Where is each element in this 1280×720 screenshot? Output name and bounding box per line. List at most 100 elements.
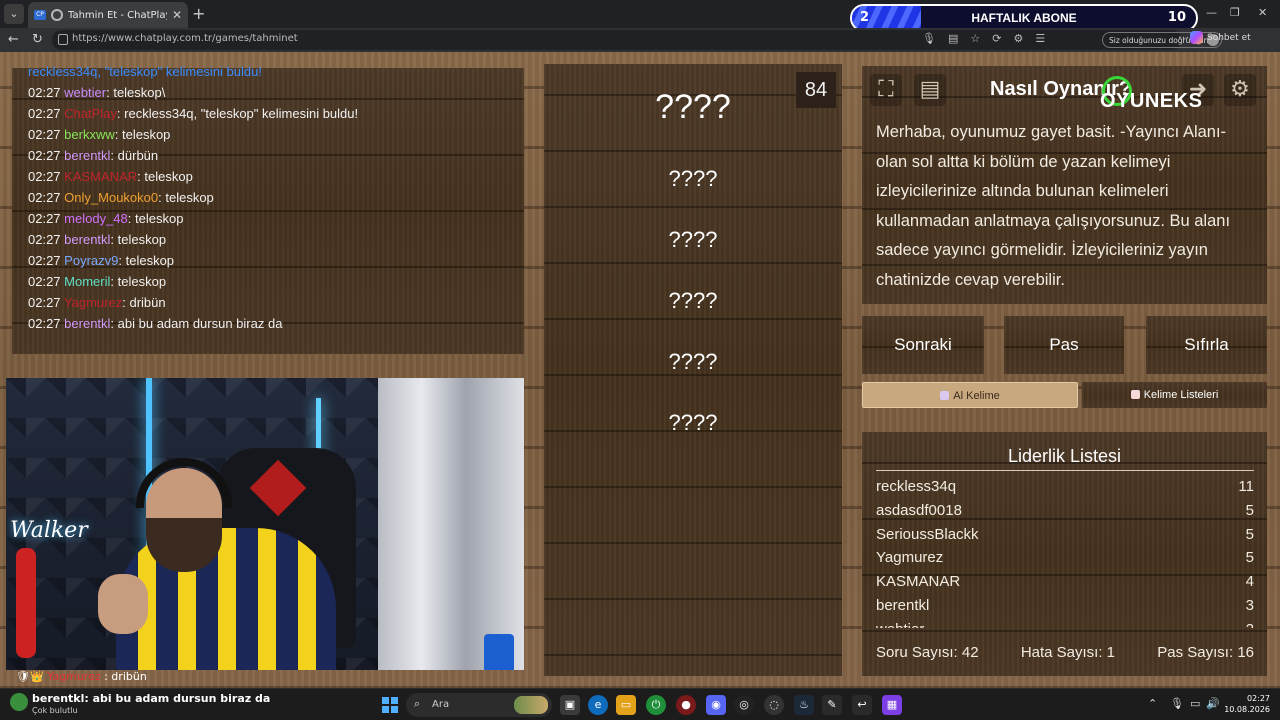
copilot-icon bbox=[1190, 31, 1203, 44]
fullscreen-icon[interactable]: ⛶ bbox=[870, 74, 902, 106]
chat-time: 02:27 bbox=[28, 232, 61, 247]
extensions-puzzle-icon[interactable]: ⚙ bbox=[1013, 32, 1023, 45]
microphone-icon bbox=[16, 548, 36, 658]
tab-actions-menu-icon[interactable]: ⌄ bbox=[4, 4, 24, 24]
chat-username[interactable]: berkxww bbox=[64, 127, 115, 142]
volume-icon[interactable]: 🔊 bbox=[1206, 697, 1220, 710]
leaderboard-name: webtier bbox=[876, 621, 924, 628]
leaderboard-list[interactable]: reckless34q 11 asdasdf0018 5 SerioussBlackk 5… bbox=[876, 478, 1254, 628]
chat-username[interactable]: KASMANAR bbox=[64, 169, 137, 184]
chat-username[interactable]: ChatPlay bbox=[64, 106, 117, 121]
discord-icon[interactable]: ◉ bbox=[706, 695, 726, 715]
leaderboard-score: 4 bbox=[1245, 573, 1254, 591]
chat-username[interactable]: Poyrazv9 bbox=[64, 253, 118, 268]
reset-button[interactable]: Sıfırla bbox=[1146, 316, 1267, 374]
copilot-chat-button[interactable]: Sohbet et bbox=[1190, 31, 1251, 44]
favorites-bar-icon[interactable]: ☰ bbox=[1035, 32, 1045, 45]
chat-text: teleskop bbox=[117, 274, 167, 289]
chat-username[interactable]: Yagmurez bbox=[64, 295, 122, 310]
get-word-label: Al Kelime bbox=[953, 390, 1000, 402]
task-view-icon[interactable]: ▣ bbox=[560, 695, 580, 715]
chat-username[interactable]: melody_48 bbox=[64, 211, 128, 226]
leaderboard-row: Yagmurez 5 bbox=[876, 549, 1254, 573]
chat-time: 02:27 bbox=[28, 127, 61, 142]
browser-tab-active[interactable]: CP Tahmin Et - ChatPlay ✕ bbox=[28, 2, 188, 28]
next-button[interactable]: Sonraki bbox=[862, 316, 984, 374]
tray-expand-icon[interactable]: ⌃ bbox=[1148, 697, 1157, 710]
word-lists-tab[interactable]: Kelime Listeleri bbox=[1082, 382, 1267, 408]
leaderboard-score: 5 bbox=[1245, 525, 1254, 543]
extension-icon[interactable]: ⟳ bbox=[992, 32, 1001, 45]
pen-app-icon[interactable]: ✎ bbox=[822, 695, 842, 715]
chat-separator: : bbox=[127, 211, 136, 226]
start-windows-icon[interactable] bbox=[382, 697, 398, 713]
tray-mic-icon[interactable]: 🎙 bbox=[1170, 697, 1184, 710]
arrow-app-icon[interactable]: ↩ bbox=[852, 695, 872, 715]
how-to-play-text: Merhaba, oyunumuz gayet basit. -Yayıncı … bbox=[876, 123, 1231, 289]
tab-close-icon[interactable]: ✕ bbox=[172, 8, 182, 22]
loading-icon bbox=[51, 9, 63, 21]
chat-message: reckless34q, "teleskop" kelimesini buldu… bbox=[28, 64, 262, 79]
system-clock[interactable]: 02:27 10.08.2026 bbox=[1224, 693, 1270, 715]
mic-icon[interactable]: 🎙 bbox=[922, 32, 936, 45]
clock-date: 10.08.2026 bbox=[1224, 705, 1270, 714]
leaderboard-title: Liderlik Listesi bbox=[1007, 446, 1122, 466]
search-highlight-image bbox=[514, 696, 548, 714]
word-icon bbox=[940, 391, 950, 400]
favorite-star-icon[interactable]: ☆ bbox=[970, 32, 980, 45]
copilot-label: Sohbet et bbox=[1207, 32, 1251, 43]
grid-app-icon[interactable]: ▦ bbox=[882, 695, 902, 715]
record-app-icon[interactable]: ● bbox=[676, 695, 696, 715]
how-to-play-panel: ⛶ ▤ ➜ ⚙ Nasıl Oynanır? OYUNEKS Merhaba, … bbox=[862, 66, 1267, 304]
get-word-tab[interactable]: Al Kelime bbox=[862, 382, 1078, 408]
chat-time: 02:27 bbox=[28, 106, 61, 121]
chat-separator: : bbox=[110, 148, 118, 163]
window-close-icon[interactable]: ✕ bbox=[1258, 6, 1267, 19]
minimize-icon[interactable]: — bbox=[1206, 6, 1217, 19]
leaderboard-row: SerioussBlackk 5 bbox=[876, 526, 1254, 550]
url-field[interactable]: https://www.chatplay.com.tr/games/tahmin… bbox=[52, 30, 1222, 50]
chatplay-favicon-icon: CP bbox=[34, 10, 46, 20]
network-icon[interactable]: ▭ bbox=[1190, 697, 1200, 710]
chat-message: 02:27 Poyrazv9: teleskop bbox=[28, 253, 174, 268]
file-explorer-icon[interactable]: ▭ bbox=[616, 695, 636, 715]
spotify-like-icon[interactable]: ◎ bbox=[734, 695, 754, 715]
stream-notification[interactable]: berentkl: abi bu adam dursun biraz da bbox=[32, 692, 270, 705]
chat-time: 02:27 bbox=[28, 253, 61, 268]
leaderboard-score: 2 bbox=[1246, 621, 1254, 628]
pass-button[interactable]: Pas bbox=[1004, 316, 1124, 374]
new-tab-icon[interactable]: + bbox=[192, 4, 205, 23]
site-info-icon[interactable] bbox=[58, 34, 68, 45]
back-arrow-icon[interactable]: ← bbox=[8, 32, 19, 47]
more-menu-icon[interactable]: ⋯ bbox=[1178, 31, 1189, 44]
chat-separator: : bbox=[110, 274, 118, 289]
refresh-icon[interactable]: ↻ bbox=[32, 32, 43, 47]
maximize-icon[interactable]: ❐ bbox=[1230, 6, 1240, 19]
chat-username[interactable]: Only_Moukoko0 bbox=[64, 190, 158, 205]
chat-username[interactable]: reckless34q bbox=[28, 64, 97, 79]
edge-browser-icon[interactable]: e bbox=[588, 695, 608, 715]
chat-text: teleskop\ bbox=[113, 85, 166, 100]
overlay-text: : dribün bbox=[104, 670, 147, 683]
taskbar-search[interactable]: ⌕ Ara bbox=[406, 693, 552, 717]
obs-icon[interactable]: ◌ bbox=[764, 695, 784, 715]
green-app-icon[interactable]: ⏻ bbox=[646, 695, 666, 715]
chat-username[interactable]: webtier bbox=[64, 85, 106, 100]
chat-username[interactable]: berentkl bbox=[64, 232, 110, 247]
chat-username[interactable]: berentkl bbox=[64, 148, 110, 163]
chat-time: 02:27 bbox=[28, 190, 61, 205]
curtain bbox=[378, 378, 524, 670]
chat-username[interactable]: Momeril bbox=[64, 274, 110, 289]
notif-user: berentkl bbox=[32, 692, 85, 705]
leaderboard-score: 11 bbox=[1238, 478, 1254, 495]
settings-gear-icon[interactable]: ⚙ bbox=[1224, 74, 1256, 106]
notes-icon[interactable]: ▤ bbox=[914, 74, 946, 106]
chat-username[interactable]: berentkl bbox=[64, 316, 110, 331]
chat-time: 02:27 bbox=[28, 295, 61, 310]
overlay-user: Yagmurez bbox=[47, 670, 101, 683]
reader-icon[interactable]: ▤ bbox=[948, 32, 958, 45]
chat-separator: : bbox=[114, 127, 122, 142]
steam-icon[interactable]: ♨ bbox=[794, 695, 814, 715]
drink-can bbox=[484, 634, 514, 670]
brand-logo: OYUNEKS bbox=[1100, 90, 1203, 112]
